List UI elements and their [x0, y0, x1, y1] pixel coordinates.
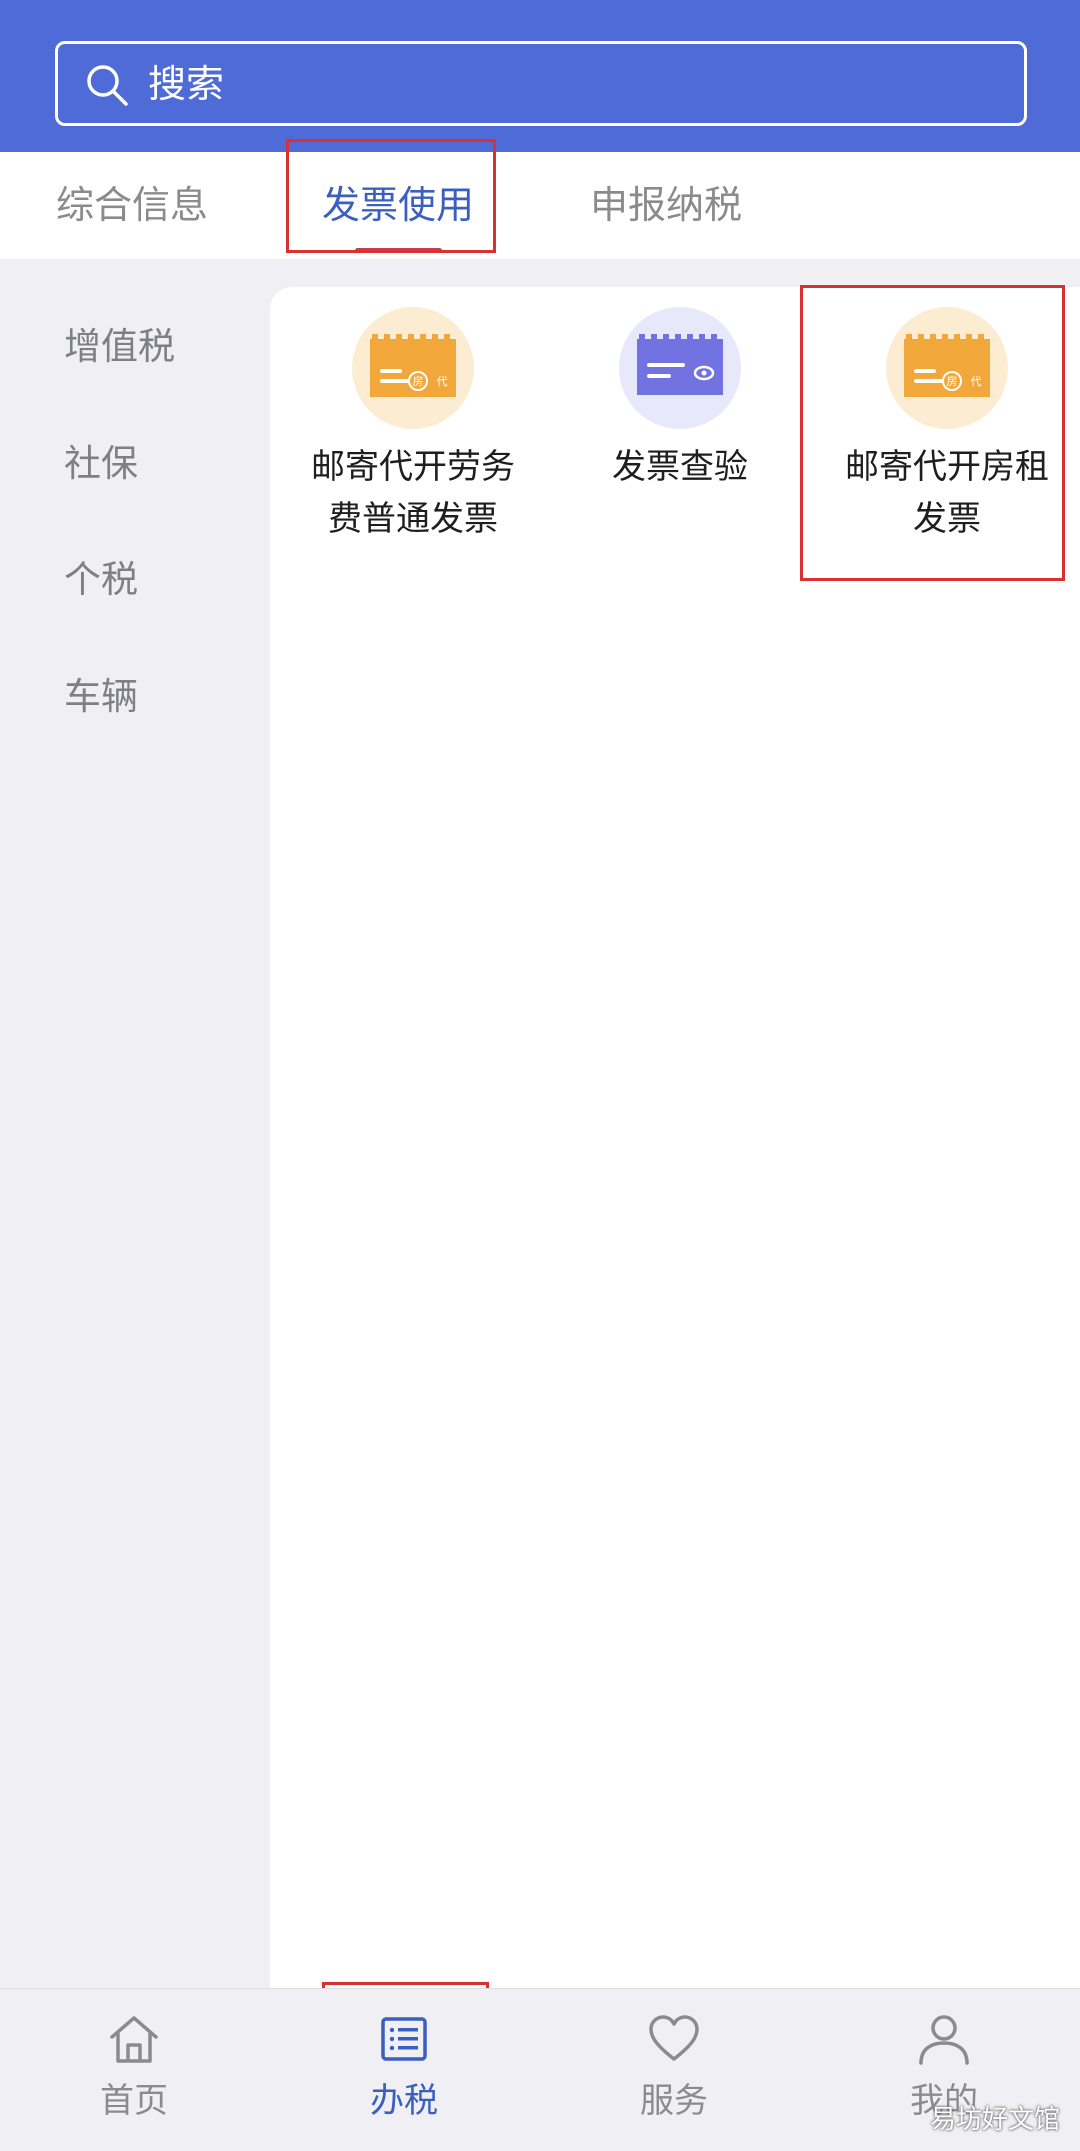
heart-icon	[649, 2015, 699, 2061]
list-icon	[381, 2017, 427, 2061]
category-tabs: 综合信息 发票使用 申报纳税	[0, 152, 1080, 259]
user-icon	[919, 2015, 969, 2065]
search-box[interactable]: 搜索	[55, 41, 1027, 126]
sidebar-item-vehicle[interactable]: 车辆	[64, 672, 138, 722]
invoice-check-purple-icon	[619, 307, 741, 429]
bottom-navigation: 首页 办税 服务 我的	[0, 1988, 1080, 2151]
search-icon	[87, 65, 128, 106]
sidebar: 增值税 社保 个税 车辆	[0, 259, 270, 1988]
service-label: 发票查验	[612, 447, 748, 487]
service-mail-labor-invoice[interactable]: 房 代 邮寄代开劳务费普通发票	[288, 307, 538, 545]
service-invoice-check[interactable]: 发票查验	[555, 307, 805, 493]
invoice-orange-icon: 房 代	[352, 307, 474, 429]
header: 搜索	[0, 0, 1080, 152]
nav-service[interactable]: 服务	[574, 1989, 774, 2151]
annotation-box-tab	[286, 139, 496, 253]
tab-tax-filing[interactable]: 申报纳税	[590, 152, 742, 259]
search-placeholder: 搜索	[148, 62, 225, 106]
icon-char-dai: 代	[437, 375, 448, 388]
service-label: 邮寄代开劳务费普通发票	[311, 447, 515, 539]
home-icon	[110, 2016, 158, 2063]
nav-home[interactable]: 首页	[34, 1989, 234, 2151]
sidebar-item-social-security[interactable]: 社保	[64, 439, 138, 489]
nav-label: 服务	[640, 2081, 708, 2121]
watermark: 易坊好文馆	[930, 2105, 1061, 2135]
annotation-box-rent-invoice	[800, 285, 1065, 581]
icon-char-fang: 房	[413, 375, 424, 388]
nav-label: 办税	[370, 2081, 438, 2121]
tab-general-info[interactable]: 综合信息	[56, 152, 208, 259]
nav-tax[interactable]: 办税	[304, 1989, 504, 2151]
sidebar-item-vat[interactable]: 增值税	[64, 322, 175, 372]
nav-label: 首页	[100, 2081, 168, 2121]
sidebar-item-personal-tax[interactable]: 个税	[64, 555, 138, 605]
